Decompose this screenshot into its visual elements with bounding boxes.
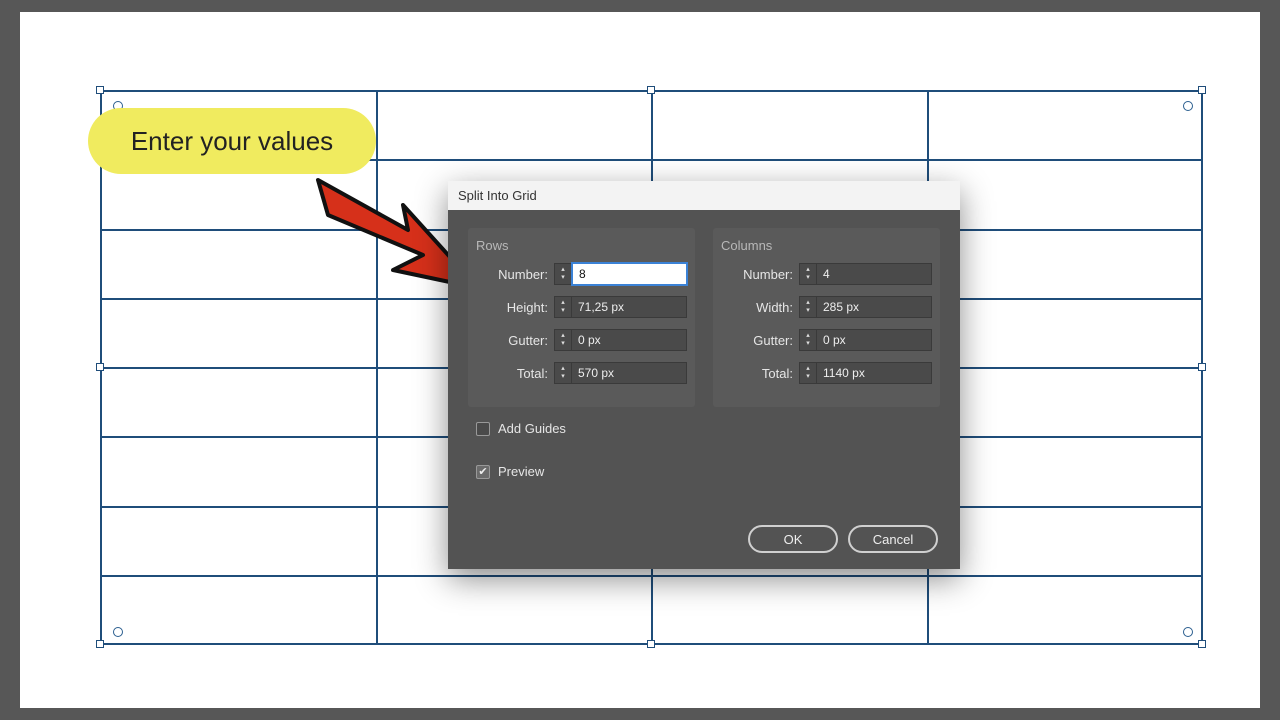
rows-height-stepper[interactable]: ▴▾	[554, 296, 572, 318]
selection-handle-bm[interactable]	[647, 640, 655, 648]
cols-gutter-label: Gutter:	[721, 333, 799, 348]
rows-height-input[interactable]: 71,25 px	[572, 296, 687, 318]
chevron-up-icon: ▴	[561, 365, 565, 373]
add-guides-checkbox-row[interactable]: Add Guides	[476, 421, 940, 436]
chevron-up-icon: ▴	[806, 365, 810, 373]
preview-checkbox[interactable]: ✔	[476, 465, 490, 479]
chevron-down-icon: ▾	[806, 307, 810, 315]
selection-handle-br[interactable]	[1198, 640, 1206, 648]
artboard-canvas: Enter your values Split Into Grid Rows N…	[20, 12, 1260, 708]
rows-total-input[interactable]: 570 px	[572, 362, 687, 384]
cols-total-label: Total:	[721, 366, 799, 381]
cancel-button-label: Cancel	[873, 532, 913, 547]
chevron-up-icon: ▴	[806, 266, 810, 274]
grid-cell	[377, 576, 653, 645]
cols-total-stepper[interactable]: ▴▾	[799, 362, 817, 384]
grid-cell	[377, 91, 653, 160]
grid-cell	[652, 91, 928, 160]
grid-cell	[928, 437, 1204, 506]
anchor-indicator-icon	[113, 627, 123, 637]
selection-handle-ml[interactable]	[96, 363, 104, 371]
rows-gutter-input[interactable]: 0 px	[572, 329, 687, 351]
cols-number-stepper[interactable]: ▴▾	[799, 263, 817, 285]
chevron-down-icon: ▾	[561, 373, 565, 381]
selection-handle-tm[interactable]	[647, 86, 655, 94]
selection-handle-tl[interactable]	[96, 86, 104, 94]
cols-width-stepper[interactable]: ▴▾	[799, 296, 817, 318]
cols-number-input[interactable]: 4	[817, 263, 932, 285]
selection-handle-bl[interactable]	[96, 640, 104, 648]
rows-number-input[interactable]: 8	[572, 263, 687, 285]
rows-gutter-label: Gutter:	[476, 333, 554, 348]
dialog-title: Split Into Grid	[458, 188, 537, 203]
dialog-title-bar[interactable]: Split Into Grid	[448, 181, 960, 210]
chevron-up-icon: ▴	[561, 332, 565, 340]
cols-width-input[interactable]: 285 px	[817, 296, 932, 318]
rows-total-label: Total:	[476, 366, 554, 381]
cols-gutter-stepper[interactable]: ▴▾	[799, 329, 817, 351]
split-into-grid-dialog: Split Into Grid Rows Number: ▴▾ 8 Height…	[448, 181, 960, 569]
chevron-up-icon: ▴	[561, 266, 565, 274]
preview-checkbox-row[interactable]: ✔ Preview	[476, 464, 940, 479]
grid-cell	[928, 299, 1204, 368]
anchor-indicator-icon	[1183, 101, 1193, 111]
add-guides-label: Add Guides	[498, 421, 566, 436]
selection-handle-mr[interactable]	[1198, 363, 1206, 371]
rows-number-label: Number:	[476, 267, 554, 282]
chevron-up-icon: ▴	[806, 299, 810, 307]
rows-heading: Rows	[476, 238, 687, 253]
columns-heading: Columns	[721, 238, 932, 253]
chevron-down-icon: ▾	[561, 307, 565, 315]
add-guides-checkbox[interactable]	[476, 422, 490, 436]
rows-height-label: Height:	[476, 300, 554, 315]
cols-width-label: Width:	[721, 300, 799, 315]
grid-cell	[652, 576, 928, 645]
rows-group: Rows Number: ▴▾ 8 Height: ▴▾ 71,25 px Gu…	[468, 228, 695, 407]
cols-gutter-input[interactable]: 0 px	[817, 329, 932, 351]
grid-cell	[928, 576, 1204, 645]
grid-cell	[928, 230, 1204, 299]
chevron-down-icon: ▾	[806, 274, 810, 282]
grid-cell	[928, 368, 1204, 437]
ok-button[interactable]: OK	[748, 525, 838, 553]
chevron-down-icon: ▾	[561, 340, 565, 348]
cols-number-label: Number:	[721, 267, 799, 282]
anchor-indicator-icon	[1183, 627, 1193, 637]
annotation-text: Enter your values	[131, 126, 333, 157]
chevron-down-icon: ▾	[806, 373, 810, 381]
rows-number-stepper[interactable]: ▴▾	[554, 263, 572, 285]
chevron-down-icon: ▾	[806, 340, 810, 348]
grid-cell	[101, 507, 377, 576]
selection-handle-tr[interactable]	[1198, 86, 1206, 94]
grid-cell	[101, 437, 377, 506]
cancel-button[interactable]: Cancel	[848, 525, 938, 553]
ok-button-label: OK	[784, 532, 803, 547]
grid-cell	[101, 576, 377, 645]
cols-total-input[interactable]: 1140 px	[817, 362, 932, 384]
chevron-up-icon: ▴	[806, 332, 810, 340]
rows-gutter-stepper[interactable]: ▴▾	[554, 329, 572, 351]
preview-label: Preview	[498, 464, 544, 479]
grid-cell	[928, 91, 1204, 160]
grid-cell	[101, 368, 377, 437]
chevron-down-icon: ▾	[561, 274, 565, 282]
grid-cell	[928, 160, 1204, 229]
rows-total-stepper[interactable]: ▴▾	[554, 362, 572, 384]
chevron-up-icon: ▴	[561, 299, 565, 307]
grid-cell	[928, 507, 1204, 576]
columns-group: Columns Number: ▴▾ 4 Width: ▴▾ 285 px Gu…	[713, 228, 940, 407]
